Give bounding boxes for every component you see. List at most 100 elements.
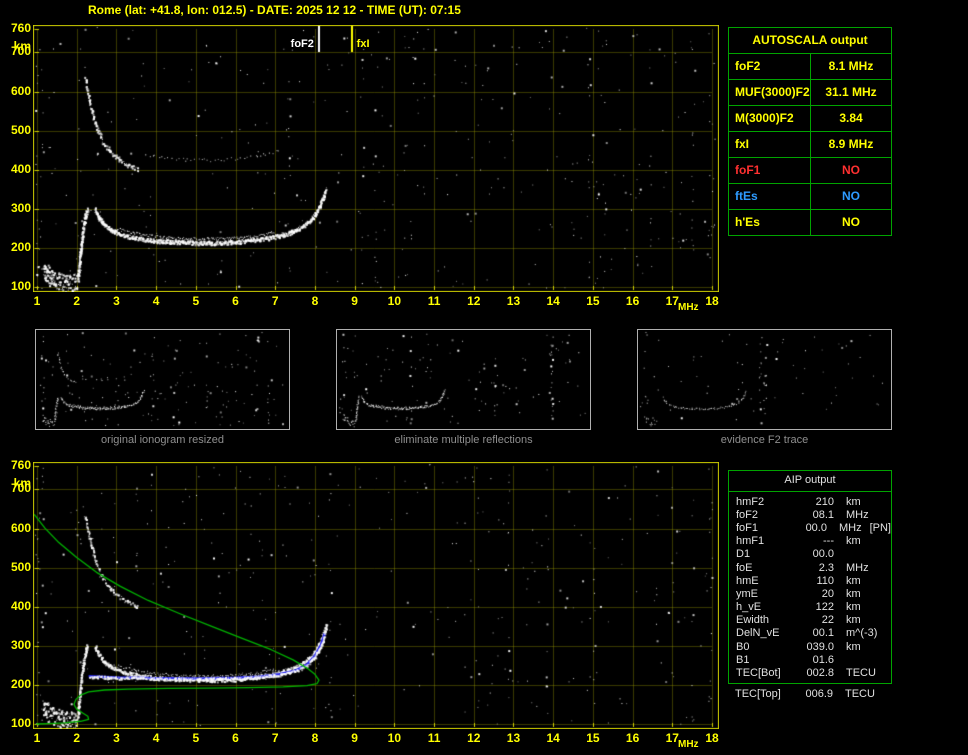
y-tick-label: 760	[10, 21, 31, 35]
y-tick-label: 760	[10, 458, 31, 472]
aip-param-label: hmE	[736, 574, 759, 587]
autoscala-row-M(3000)F2: M(3000)F2 3.84	[729, 106, 891, 132]
aip-param-value: 002.8	[806, 667, 834, 680]
autoscala-param-value: 3.84	[839, 111, 863, 125]
aip-row-D1: D1 00.0	[729, 548, 891, 561]
x-tick-label: 4	[152, 294, 160, 308]
aip-rows: hmF2 210 km foF2 08.1 MHz foF1 00.0 MHz [PN] hmF1-…	[729, 495, 891, 680]
aip-param-unit: km	[846, 614, 861, 627]
aip-param-unit: km	[846, 495, 861, 508]
aip-param-unit: MHz	[846, 508, 869, 521]
autoscala-row-h'Es: h'Es NO	[729, 210, 891, 235]
x-tick-label: 1	[33, 731, 41, 745]
x-tick-label: 11	[427, 731, 441, 745]
aip-param-value: ---	[823, 535, 834, 548]
aip-row-hmF2: hmF2 210 km	[729, 495, 891, 508]
y-tick-label: 400	[10, 598, 31, 613]
y-tick-label: 100	[10, 716, 31, 730]
aip-param-unit: TECU	[845, 687, 875, 700]
x-tick-label: 10	[387, 294, 402, 308]
aip-param-label: B1	[736, 653, 750, 666]
aip-param-label: Ewidth	[736, 614, 770, 627]
autoscala-param-value: 31.1 MHz	[825, 85, 877, 99]
autoscala-param-value: NO	[842, 215, 860, 229]
autoscala-param-label: fxI	[729, 132, 811, 157]
x-tick-label: 5	[192, 294, 200, 308]
aip-row-foE: foE 2.3 MHz	[729, 561, 891, 574]
x-tick-label: 16	[625, 294, 640, 308]
aip-param-unit: km	[846, 587, 861, 600]
thumbnail-caption-original: original ionogram resized	[101, 434, 224, 446]
autoscala-row-foF1: foF1 NO	[729, 158, 891, 184]
autoscala-param-label: foF1	[729, 158, 811, 183]
x-axis-unit-label: MHz	[678, 739, 699, 750]
x-tick-label: 18	[705, 294, 719, 308]
aip-row-DelN_vE: DelN_vE 00.1 m^(-3)	[729, 627, 891, 640]
y-tick-label: 300	[10, 200, 31, 215]
autoscala-output-panel: AUTOSCALA output foF2 8.1 MHz MUF(3000)F2 3…	[728, 27, 892, 236]
x-tick-label: 18	[705, 731, 719, 745]
aip-param-value: 00.0	[812, 548, 834, 561]
x-tick-label: 13	[506, 731, 521, 745]
aip-param-label: TEC[Top]	[735, 687, 781, 700]
aip-output-panel: AIP output hmF2 210 km foF2 08.1 MHz foF1 00.0 M…	[728, 470, 892, 684]
autoscala-row-fxI: fxI 8.9 MHz	[729, 132, 891, 158]
x-tick-label: 14	[546, 294, 560, 308]
autoscala-row-foF2: foF2 8.1 MHz	[729, 54, 891, 80]
autoscala-output-title: AUTOSCALA output	[729, 28, 891, 54]
x-tick-label: 2	[73, 294, 81, 308]
x-tick-label: 7	[271, 294, 279, 308]
aip-row-Ewidth: Ewidth 22 km	[729, 614, 891, 627]
x-axis-unit-label: MHz	[678, 302, 699, 313]
aip-row-ymE: ymE 20 km	[729, 587, 891, 600]
aip-param-extra: [PN]	[869, 521, 891, 534]
thumbnail-original-ionogram	[35, 329, 290, 430]
aip-param-unit: km	[846, 640, 861, 653]
aip-row-foF2: foF2 08.1 MHz	[729, 508, 891, 521]
aip-row-B1: B1 01.6	[729, 653, 891, 666]
y-tick-label: 600	[10, 520, 31, 535]
x-tick-label: 12	[467, 294, 481, 308]
aip-param-value: 20	[821, 587, 834, 600]
autoscala-param-value: 8.9 MHz	[828, 137, 874, 151]
aip-param-unit: MHz	[846, 561, 869, 574]
y-tick-label: 300	[10, 637, 31, 652]
aip-param-label: foF1	[736, 521, 759, 534]
thumbnail-caption-evidence: evidence F2 trace	[720, 434, 809, 446]
autoscala-param-value: NO	[842, 189, 860, 203]
y-tick-label: 600	[10, 83, 31, 98]
fxi-marker-label: fxI	[356, 38, 370, 50]
y-tick-label: 200	[10, 239, 31, 254]
y-tick-label: 500	[10, 122, 31, 137]
aip-param-label: ymE	[736, 587, 758, 600]
aip-param-value: 006.9	[805, 687, 833, 700]
y-axis-unit-label: km	[13, 39, 31, 53]
autoscala-param-value: NO	[842, 163, 860, 177]
aip-param-label: TEC[Bot]	[736, 667, 781, 680]
autoscala-param-label: foF2	[729, 54, 811, 79]
aip-param-label: DelN_vE	[736, 627, 780, 640]
x-tick-label: 4	[152, 731, 160, 745]
aip-row-hmE: hmE 110 km	[729, 574, 891, 587]
aip-param-value: 22	[821, 614, 834, 627]
x-tick-label: 14	[546, 731, 560, 745]
x-tick-label: 12	[467, 731, 481, 745]
autoscala-param-label: M(3000)F2	[729, 106, 811, 131]
x-tick-label: 6	[232, 731, 239, 745]
thumbnail-eliminate-reflections	[336, 329, 591, 430]
aip-param-value: 122	[815, 601, 834, 614]
y-axis-unit-label: km	[13, 476, 31, 490]
aip-param-value: 01.6	[812, 653, 834, 666]
x-tick-label: 6	[232, 294, 239, 308]
x-tick-label: 5	[192, 731, 200, 745]
x-tick-label: 10	[387, 731, 402, 745]
aip-param-unit: km	[846, 574, 861, 587]
top-ionogram-canvas	[33, 25, 719, 292]
aip-param-label: D1	[736, 548, 751, 561]
x-tick-label: 8	[311, 731, 319, 745]
y-tick-label: 400	[10, 161, 31, 176]
autoscala-param-value: 8.1 MHz	[828, 59, 874, 73]
x-tick-label: 3	[113, 731, 120, 745]
aip-param-value: 2.3	[818, 561, 834, 574]
aip-row-foF1: foF1 00.0 MHz [PN]	[729, 521, 891, 534]
